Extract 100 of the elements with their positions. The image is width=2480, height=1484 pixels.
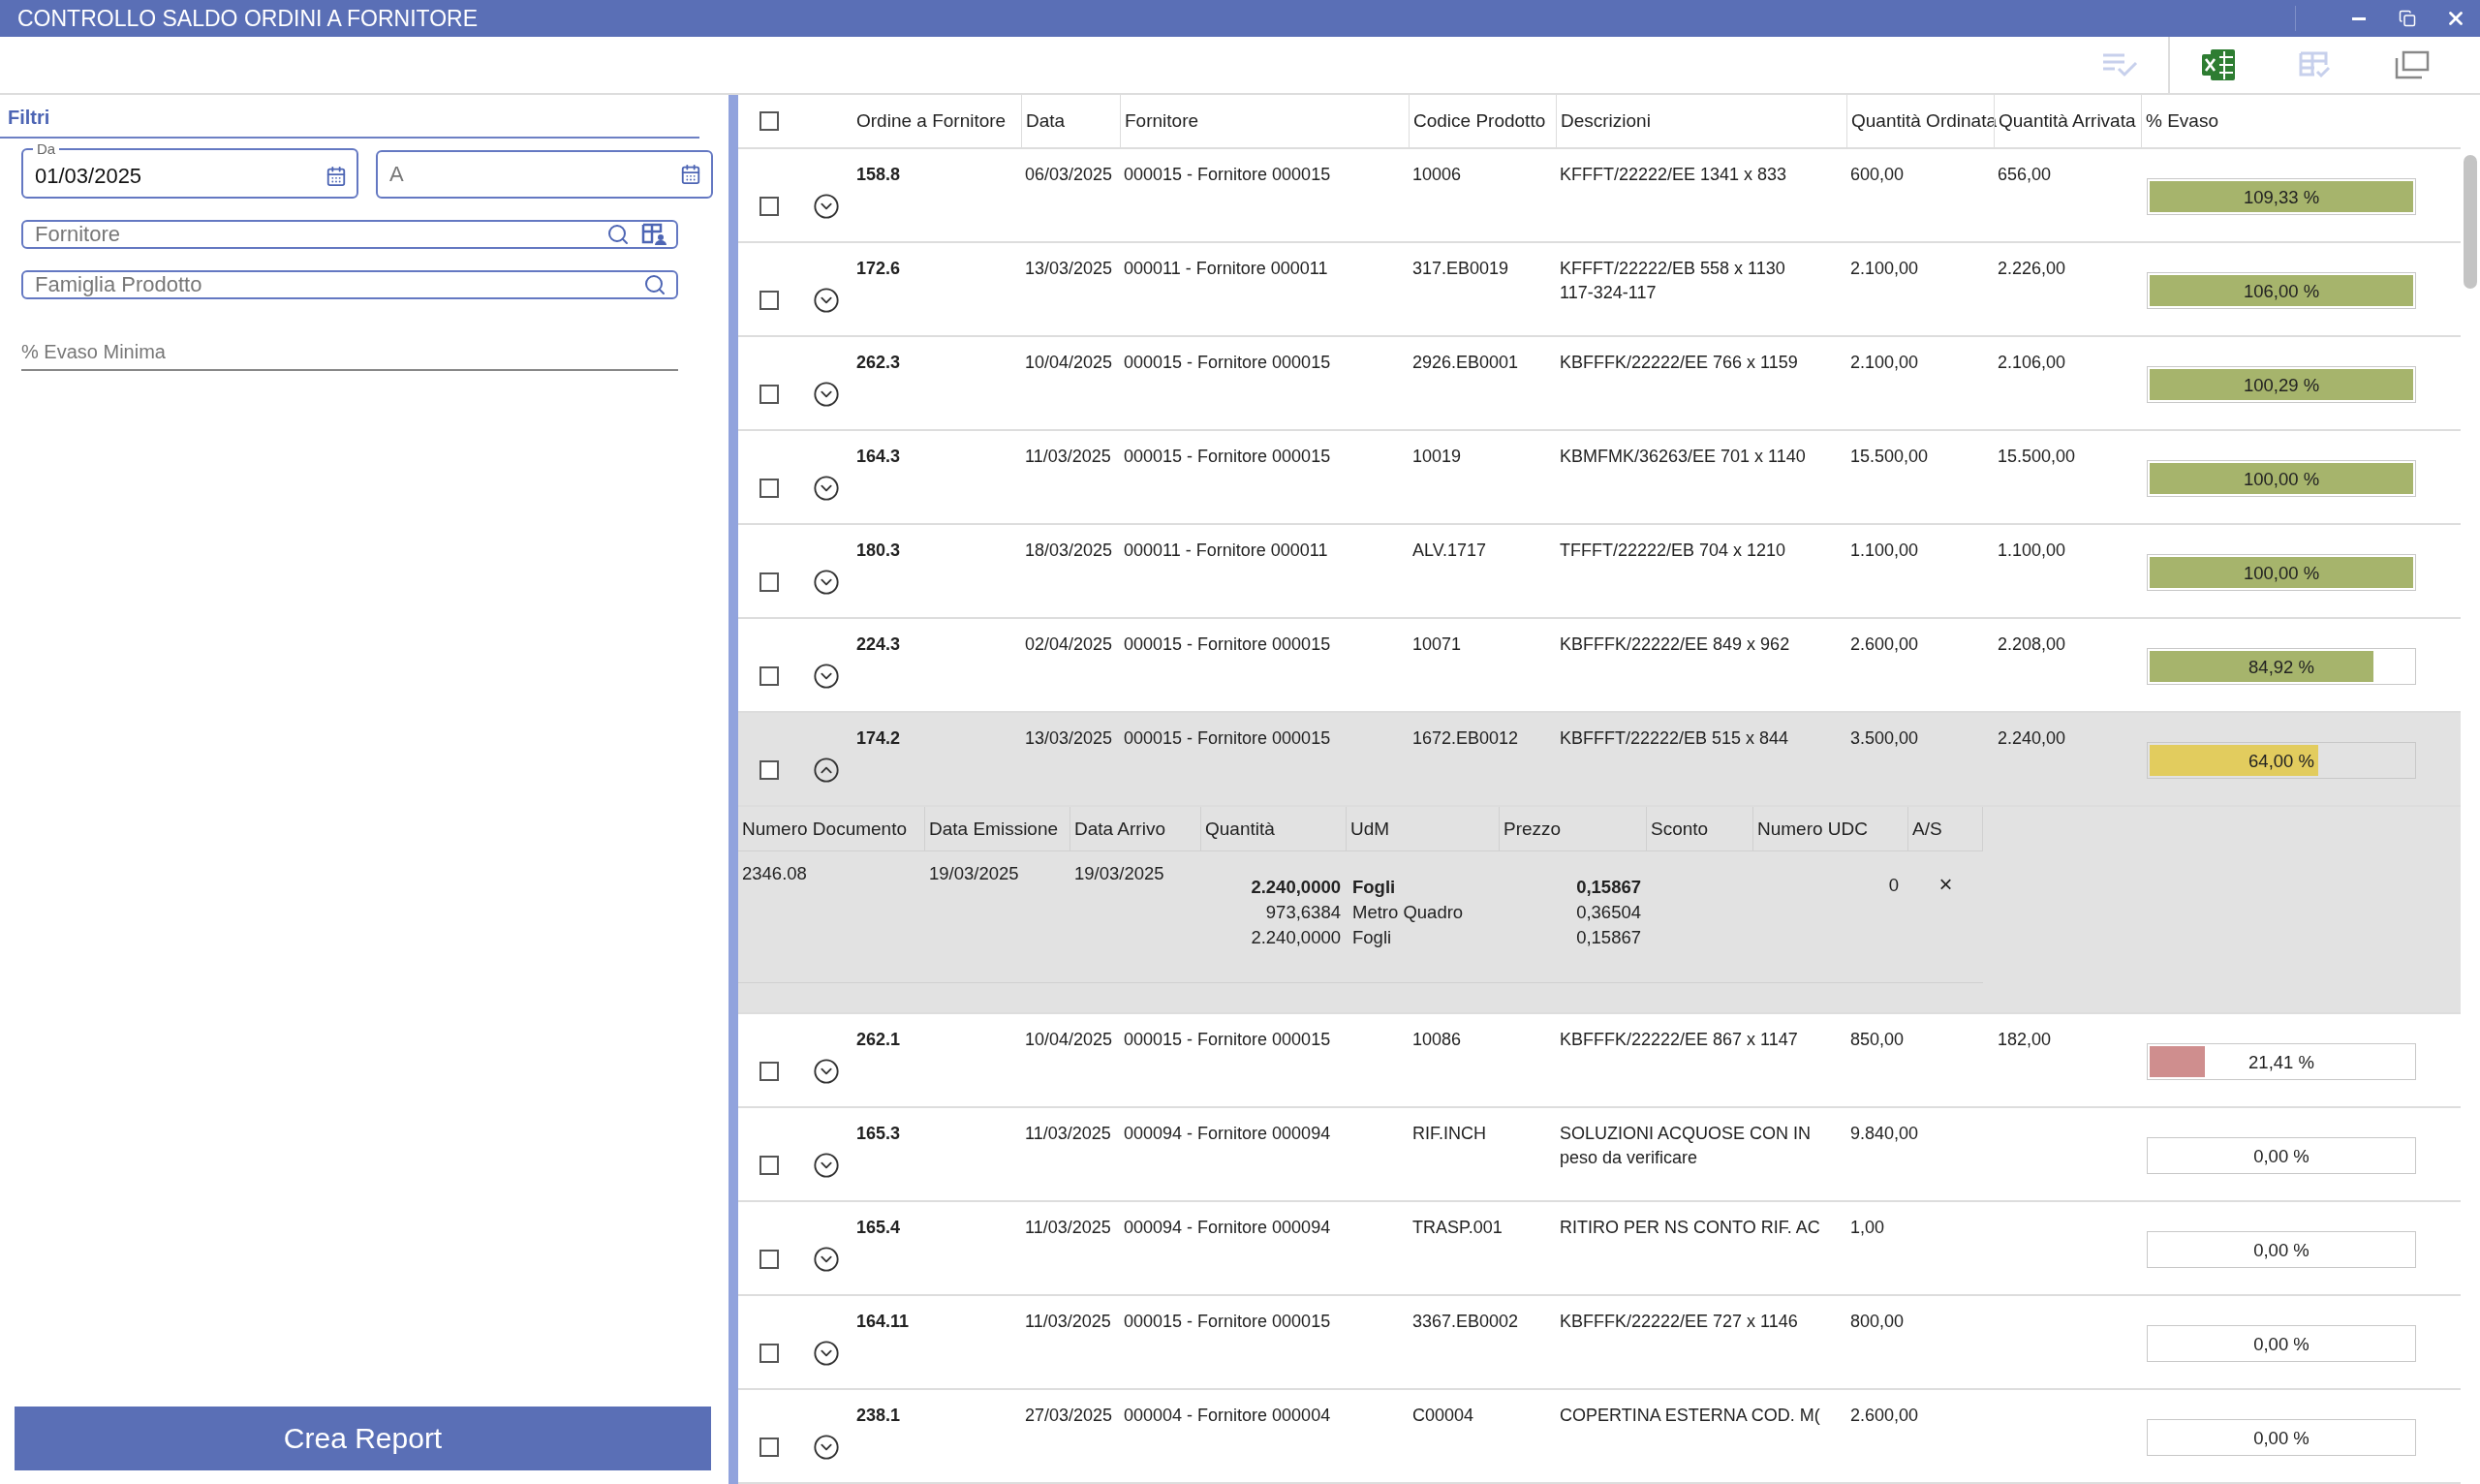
table-cell-text: 800,00	[1849, 1311, 1906, 1334]
date-input[interactable]: 01/03/2025	[35, 164, 314, 189]
table-cell-text: 27/03/2025	[1024, 1405, 1114, 1428]
checkbox[interactable]	[760, 759, 779, 780]
table-cell-text: 19/03/2025	[1073, 862, 1165, 886]
calendar-icon[interactable]	[680, 164, 701, 185]
percent-label: 0,00 %	[2253, 1240, 2310, 1262]
table-cell-text: 11/03/2025	[1024, 1217, 1112, 1240]
expand-button[interactable]	[813, 662, 840, 690]
table-cell-text: 11/03/2025	[1024, 446, 1112, 469]
list-check-icon	[2101, 52, 2138, 77]
table-cell-text: 158.8	[855, 164, 902, 187]
expand-button[interactable]	[813, 1339, 840, 1367]
table-cell-text: 172.6	[855, 258, 902, 281]
date-field[interactable]: A	[376, 150, 713, 199]
expand-button[interactable]	[813, 1245, 840, 1273]
search-input[interactable]: Famiglia Prodotto	[35, 272, 632, 297]
table-cell-text: 164.3	[855, 446, 902, 469]
table-cell-text: 164.11	[855, 1311, 911, 1334]
table-cell-text: 15.500,00	[1849, 446, 1930, 469]
table-cell-text: 10/04/2025	[1024, 352, 1114, 375]
checkbox[interactable]	[760, 665, 779, 686]
expand-button[interactable]	[813, 192, 840, 220]
table-cell-text: 10086	[1411, 1029, 1463, 1052]
date-field[interactable]: Da 01/03/2025	[21, 142, 358, 199]
table-cell-text: 000004 - Fornitore 000004	[1123, 1405, 1332, 1428]
table-cell-text: 3.500,00	[1849, 727, 1920, 751]
checkbox[interactable]	[760, 1061, 779, 1081]
table-cell-text: 10019	[1411, 446, 1463, 469]
table-cell-text: 600,00	[1849, 164, 1906, 187]
percent-label: 21,41 %	[2248, 1052, 2314, 1074]
restore-icon	[2399, 10, 2416, 27]
table-cell-text: ALV.1717	[1411, 540, 1488, 563]
table-cell-text: 174.2	[855, 727, 902, 751]
table-cell-text: 000015 - Fornitore 000015	[1123, 1029, 1332, 1052]
search-input[interactable]: Fornitore	[35, 222, 595, 247]
search-field[interactable]: Famiglia Prodotto	[21, 270, 678, 299]
table-row[interactable]: 174.2 13/03/2025 000015 - Fornitore 000015 1672.EB0012 KBFFFT/22222/EB 515 x 844 3.500,00 2.240,00 64,00 %	[738, 713, 2461, 808]
create-report-button[interactable]: Crea Report	[15, 1407, 711, 1470]
checkbox[interactable]	[760, 290, 779, 310]
checkbox[interactable]	[760, 572, 779, 592]
table-cell-text: KBFFFK/22222/EE 849 x 962	[1560, 634, 1791, 657]
expand-button[interactable]	[813, 1433, 840, 1461]
column-header: Data Emissione	[925, 807, 1070, 852]
expand-button[interactable]	[813, 380, 840, 408]
table-cell-text: KFFFT/22222/EE 1341 x 833	[1560, 164, 1788, 187]
checkbox[interactable]	[760, 1343, 779, 1363]
checkbox[interactable]	[760, 1437, 779, 1457]
table-cell-text: 1.100,00	[1849, 540, 1920, 563]
collapse-button[interactable]	[813, 756, 840, 784]
checkbox[interactable]	[760, 478, 779, 498]
column-header: UdM	[1347, 807, 1500, 852]
table-cell-text: KBFFFK/22222/EE 867 x 1147	[1560, 1029, 1799, 1052]
checkbox[interactable]	[760, 196, 779, 216]
table-cell-text: 10071	[1411, 634, 1463, 657]
table-cell-text: 2346.08	[741, 862, 808, 886]
percent-label: 109,33 %	[2243, 187, 2320, 209]
table-cell-text: 2.240,0000	[1251, 926, 1341, 950]
table-cell-text: 000011 - Fornitore 000011	[1123, 258, 1329, 281]
column-header: Numero UDC	[1753, 807, 1908, 852]
table-cell-text: SOLUZIONI ACQUOSE CON IN	[1560, 1123, 1813, 1146]
table-cell-text: 1672.EB0012	[1411, 727, 1520, 751]
field-label: Da	[36, 142, 57, 156]
expand-button[interactable]	[813, 1057, 840, 1085]
calendar-icon[interactable]	[326, 166, 347, 187]
table-cell-text: Fogli	[1352, 926, 1392, 950]
column-header: Fornitore	[1120, 95, 1409, 148]
expand-button[interactable]	[813, 474, 840, 502]
search-field[interactable]: Fornitore	[21, 220, 678, 249]
checkbox[interactable]	[760, 111, 779, 132]
checkbox[interactable]	[760, 1155, 779, 1175]
search-icon[interactable]	[643, 273, 666, 296]
table-cell-text: 182,00	[1997, 1029, 2053, 1052]
table-cell-text: 180.3	[855, 540, 902, 563]
table-cell-text: 0,15867	[1576, 876, 1641, 900]
column-header: Descrizioni	[1556, 95, 1846, 148]
table-cell-text: KBFFFT/22222/EB 515 x 844	[1560, 727, 1790, 751]
column-header: Sconto	[1647, 807, 1753, 852]
expand-button[interactable]	[813, 1151, 840, 1179]
scrollbar-thumb[interactable]	[2464, 155, 2477, 289]
checkbox[interactable]	[760, 1249, 779, 1269]
table-cell-text: TRASP.001	[1411, 1217, 1504, 1240]
table-cell-text: 3367.EB0002	[1411, 1311, 1520, 1334]
search-icon[interactable]	[606, 223, 630, 246]
table-cell-text: KFFFT/22222/EB 558 x 1130	[1560, 258, 1786, 281]
table-cell-text: 13/03/2025	[1024, 258, 1114, 281]
section-title: Filtri	[0, 107, 699, 139]
checkbox[interactable]	[760, 384, 779, 404]
table-cell-text: 10006	[1411, 164, 1463, 187]
table-cell-text: 02/04/2025	[1024, 634, 1114, 657]
column-header: Codice Prodotto	[1409, 95, 1556, 148]
expand-button[interactable]	[813, 286, 840, 314]
table-cell-text: 000094 - Fornitore 000094	[1123, 1217, 1332, 1240]
table-cell-text: 19/03/2025	[928, 862, 1020, 886]
percent-label: 100,00 %	[2243, 563, 2320, 585]
expand-button[interactable]	[813, 568, 840, 596]
windows-icon	[2395, 50, 2430, 79]
table-cell-text: KBFFFK/22222/EE 727 x 1146	[1560, 1311, 1799, 1334]
date-input[interactable]: A	[389, 162, 668, 187]
table-cell-text: 2.208,00	[1997, 634, 2067, 657]
